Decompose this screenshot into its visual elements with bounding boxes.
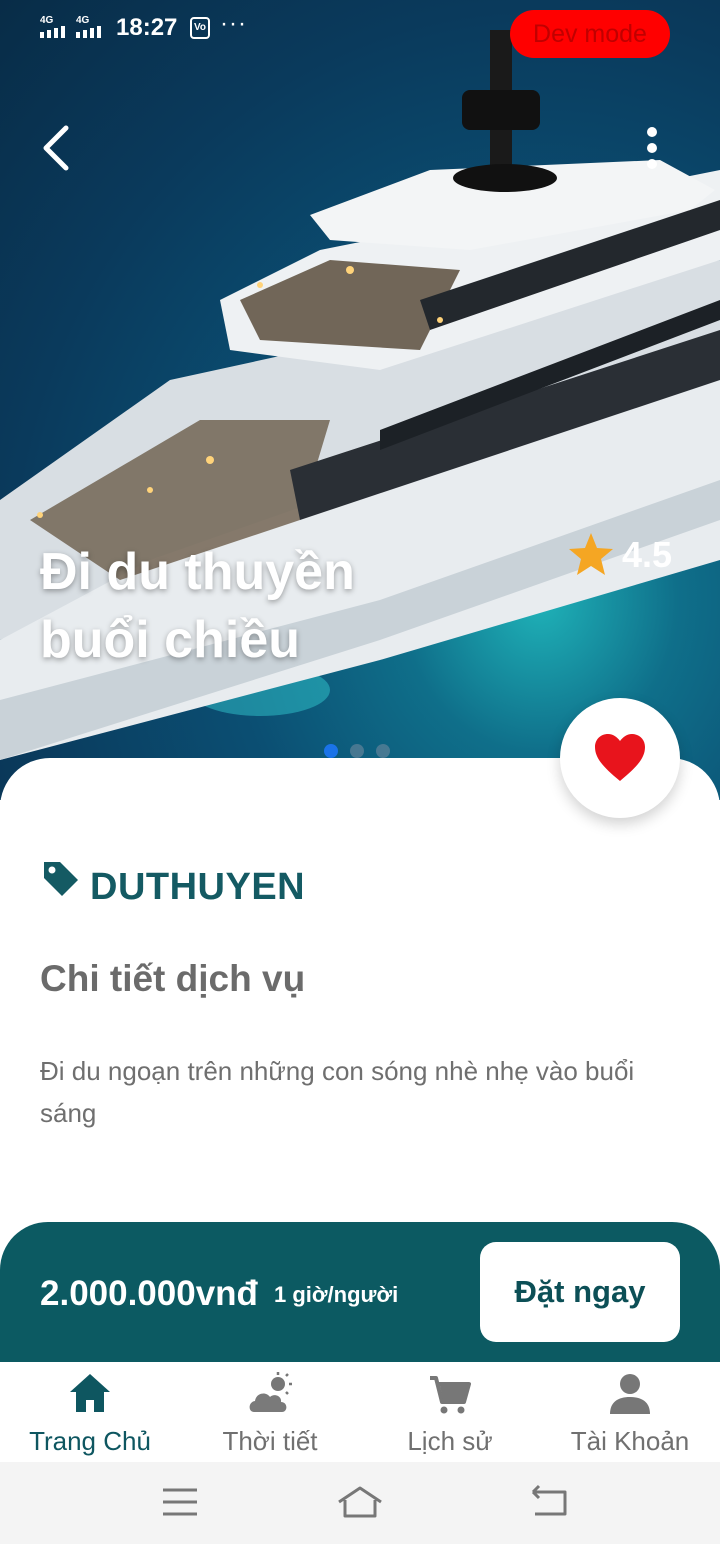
svg-text:4G: 4G [40, 15, 54, 26]
signal-icon: 4G [76, 15, 101, 38]
status-more-icon: ··· [220, 10, 247, 37]
svg-text:4G: 4G [76, 15, 90, 26]
service-description: Đi du ngoạn trên những con sóng nhè nhẹ … [40, 1056, 635, 1128]
home-outline-icon[interactable] [335, 1480, 385, 1524]
cart-icon [430, 1376, 471, 1414]
price: 2.000.000vnđ [40, 1274, 258, 1313]
heart-icon [595, 734, 645, 781]
chevron-left-icon[interactable] [32, 118, 82, 178]
nav-item-history[interactable]: Lịch sử [360, 1362, 540, 1462]
dev-mode-badge[interactable]: Dev mode [510, 10, 670, 58]
book-now-button[interactable]: Đặt ngay [480, 1242, 680, 1342]
rating-value: 4.5 [622, 534, 673, 575]
service-title: Đi du thuyền buổi chiều [40, 543, 355, 669]
status-bar: 4G 4G 18:27 Vo ··· Dev mode [0, 0, 720, 60]
category-label: DUTHUYEN [90, 866, 306, 908]
carousel-dot[interactable] [350, 744, 364, 758]
nav-item-account[interactable]: Tài Khoản [540, 1362, 720, 1462]
nav-label: Trang Chủ [29, 1426, 151, 1456]
weather-icon [249, 1372, 292, 1412]
nav-item-home[interactable]: Trang Chủ [0, 1362, 180, 1462]
star-icon [569, 533, 613, 575]
back-icon[interactable] [525, 1480, 575, 1524]
system-navigation-bar [0, 1462, 720, 1544]
carousel-dot-active[interactable] [324, 744, 338, 758]
price-unit: 1 giờ/người [274, 1282, 399, 1307]
bottom-navigation: Trang Chủ Thời tiết Lịch sử Tài Khoản [0, 1362, 720, 1462]
user-icon [610, 1374, 650, 1414]
home-icon [70, 1374, 110, 1412]
nav-item-weather[interactable]: Thời tiết [180, 1362, 360, 1462]
signal-icon: 4G [40, 15, 65, 38]
favorite-button[interactable] [560, 698, 680, 818]
more-vertical-icon[interactable] [636, 124, 668, 176]
yacht-illustration [0, 30, 720, 760]
status-time: 18:27 [116, 14, 178, 41]
nav-label: Lịch sử [407, 1426, 493, 1456]
nav-label: Thời tiết [222, 1426, 318, 1456]
carousel-dot[interactable] [376, 744, 390, 758]
hero-image: 4G 4G 18:27 Vo ··· Dev mode Đi du thuyền… [0, 0, 720, 800]
nav-label: Tài Khoản [570, 1426, 690, 1456]
menu-icon[interactable] [155, 1480, 205, 1524]
sim-icon: Vo [190, 17, 210, 39]
section-title: Chi tiết dịch vụ [40, 958, 306, 999]
tag-icon [44, 862, 78, 896]
